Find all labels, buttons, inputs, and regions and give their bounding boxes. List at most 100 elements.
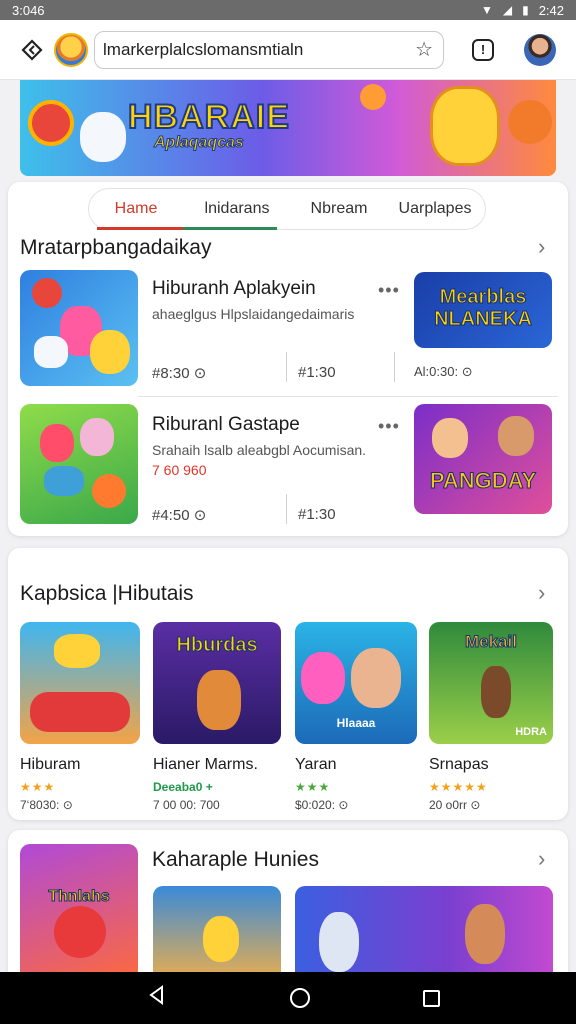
thumb-character <box>197 670 241 730</box>
more-icon[interactable]: ••• <box>378 280 400 301</box>
thumb-label: Mekail <box>465 632 518 652</box>
thumb-character <box>90 330 130 374</box>
item-description: ahaeglgus Hlpslaidangedaimaris <box>152 306 355 322</box>
divider <box>286 352 287 382</box>
star-icon[interactable]: ☆ <box>415 37 433 62</box>
item-thumbnail[interactable] <box>20 270 138 386</box>
game-meta-value: 20 o0rr <box>429 798 468 812</box>
status-time-left: 3:046 <box>12 2 45 18</box>
clock-icon: ⊙ <box>461 364 473 379</box>
games-card: Kapbsica |Hibutais › Hburdas Hlaaaa Meka… <box>8 548 568 820</box>
star-rating: ★★★ <box>295 780 331 794</box>
hero-decoration <box>80 112 126 162</box>
tab-3[interactable]: Nbream <box>291 188 387 230</box>
nav-back-icon <box>148 985 163 1005</box>
clock-icon: ⊙ <box>470 798 481 812</box>
nav-recents-icon[interactable] <box>422 989 440 1007</box>
item-meta: Al:0:30: ⊙ <box>414 364 473 380</box>
hero-character <box>430 86 500 166</box>
chevron-right-icon[interactable]: › <box>538 580 545 606</box>
search-bar[interactable]: ☆ <box>94 30 444 69</box>
thumb-character <box>301 652 345 704</box>
collection-thumbnail[interactable] <box>153 886 281 986</box>
thumb-character <box>351 648 401 708</box>
game-thumbnail[interactable]: Mekail HDRA <box>429 622 553 744</box>
game-name[interactable]: Srnapas <box>429 756 489 774</box>
clock-icon: ⊙ <box>338 798 349 812</box>
wifi-icon: ▼ <box>480 3 493 17</box>
signal-icon: ◢ <box>502 3 513 17</box>
game-name[interactable]: Hiburam <box>20 756 80 774</box>
item-title[interactable]: Riburanl Gastape <box>152 414 300 436</box>
nav-home-icon[interactable] <box>289 988 310 1008</box>
chevron-right-icon[interactable]: › <box>538 846 545 872</box>
status-bar: 3:046 ▼ ◢ ▮ 2:42 <box>0 0 576 20</box>
back-icon <box>21 38 43 61</box>
thumb-character <box>465 904 505 964</box>
tab-home[interactable]: Hame <box>89 188 183 230</box>
user-avatar[interactable] <box>524 33 556 66</box>
item-thumbnail[interactable] <box>20 404 138 524</box>
divider <box>286 494 287 524</box>
back-button[interactable] <box>18 36 46 64</box>
featured-card: Hame lnidarans Nbream Uarplapes Mratarpb… <box>8 182 568 536</box>
thumb-character <box>481 666 511 718</box>
thumb-character <box>319 912 359 972</box>
banner-text: Mearblas NLANEKA <box>434 286 533 331</box>
thumb-label: Hburdas <box>176 634 258 657</box>
game-meta: $0:020: ⊙ <box>295 798 348 812</box>
item-title[interactable]: Hiburanh Aplakyein <box>152 278 316 300</box>
game-thumbnail[interactable]: Hburdas <box>153 622 281 744</box>
star-rating: ★★★★★ <box>429 780 488 794</box>
tab-bar: Hame lnidarans Nbream Uarplapes <box>88 188 486 230</box>
hero-title: HBARAIE <box>127 97 290 137</box>
hero-decoration <box>28 100 74 146</box>
item-meta-value: #4:50 <box>152 507 190 524</box>
game-name[interactable]: Hianer Marms. <box>153 756 258 774</box>
thumb-label: Hlaaaa <box>336 716 376 730</box>
gamepad-icon <box>30 692 130 732</box>
status-icons: ▼ ◢ ▮ 2:42 <box>481 3 564 18</box>
item-price: 7 60 960 <box>152 462 207 478</box>
banner-text: PANGDAY <box>429 468 537 494</box>
game-meta-value: 7‘8030: <box>20 798 60 812</box>
thumb-character <box>432 418 468 458</box>
item-meta: #8:30 ⊙ <box>152 364 206 382</box>
game-meta: 20 o0rr ⊙ <box>429 798 480 812</box>
game-badge: Deeaba0 + <box>153 780 213 794</box>
thumb-character <box>54 906 106 958</box>
collection-thumbnail[interactable]: Thnlahs <box>20 844 138 984</box>
divider <box>138 396 558 397</box>
section-title: Kaharaple Hunies <box>152 848 319 871</box>
hero-banner[interactable]: HBARAIE Aplaqaqcas <box>20 80 556 176</box>
item-description: Srahaih lsalb aleabgbl Aocumisan. <box>152 442 367 458</box>
game-meta-value: $0:020: <box>295 798 336 812</box>
clock-icon: ⊙ <box>62 798 73 812</box>
tab-4[interactable]: Uarplapes <box>387 188 483 230</box>
item-banner[interactable]: PANGDAY <box>414 404 552 514</box>
thumb-character <box>498 416 534 456</box>
game-name[interactable]: Yaran <box>295 756 337 774</box>
tab-2[interactable]: lnidarans <box>183 188 291 230</box>
item-meta: #4:50 ⊙ <box>152 506 206 524</box>
game-thumbnail[interactable]: Hlaaaa <box>295 622 417 744</box>
game-meta: 7‘8030: ⊙ <box>20 798 73 812</box>
section-title: Kapbsica |Hibutais <box>20 582 194 605</box>
game-thumbnail[interactable] <box>20 622 140 744</box>
chevron-right-icon[interactable]: › <box>538 234 545 260</box>
app-logo <box>54 32 88 67</box>
thumb-character <box>80 418 114 456</box>
clock-icon: ⊙ <box>193 507 207 524</box>
collection-thumbnail[interactable] <box>295 886 553 986</box>
clock-icon: ⊙ <box>193 365 207 382</box>
hero-decoration <box>360 84 386 110</box>
item-banner[interactable]: Mearblas NLANEKA <box>414 272 552 348</box>
alert-icon[interactable]: ! <box>472 38 494 61</box>
nav-back-button[interactable] <box>137 985 177 1011</box>
system-nav-bar <box>0 972 576 1024</box>
thumb-character <box>34 336 68 368</box>
item-meta: #1:30 <box>298 364 336 381</box>
more-icon[interactable]: ••• <box>378 416 400 437</box>
search-input[interactable] <box>103 39 416 60</box>
item-meta-value: #8:30 <box>152 365 190 382</box>
